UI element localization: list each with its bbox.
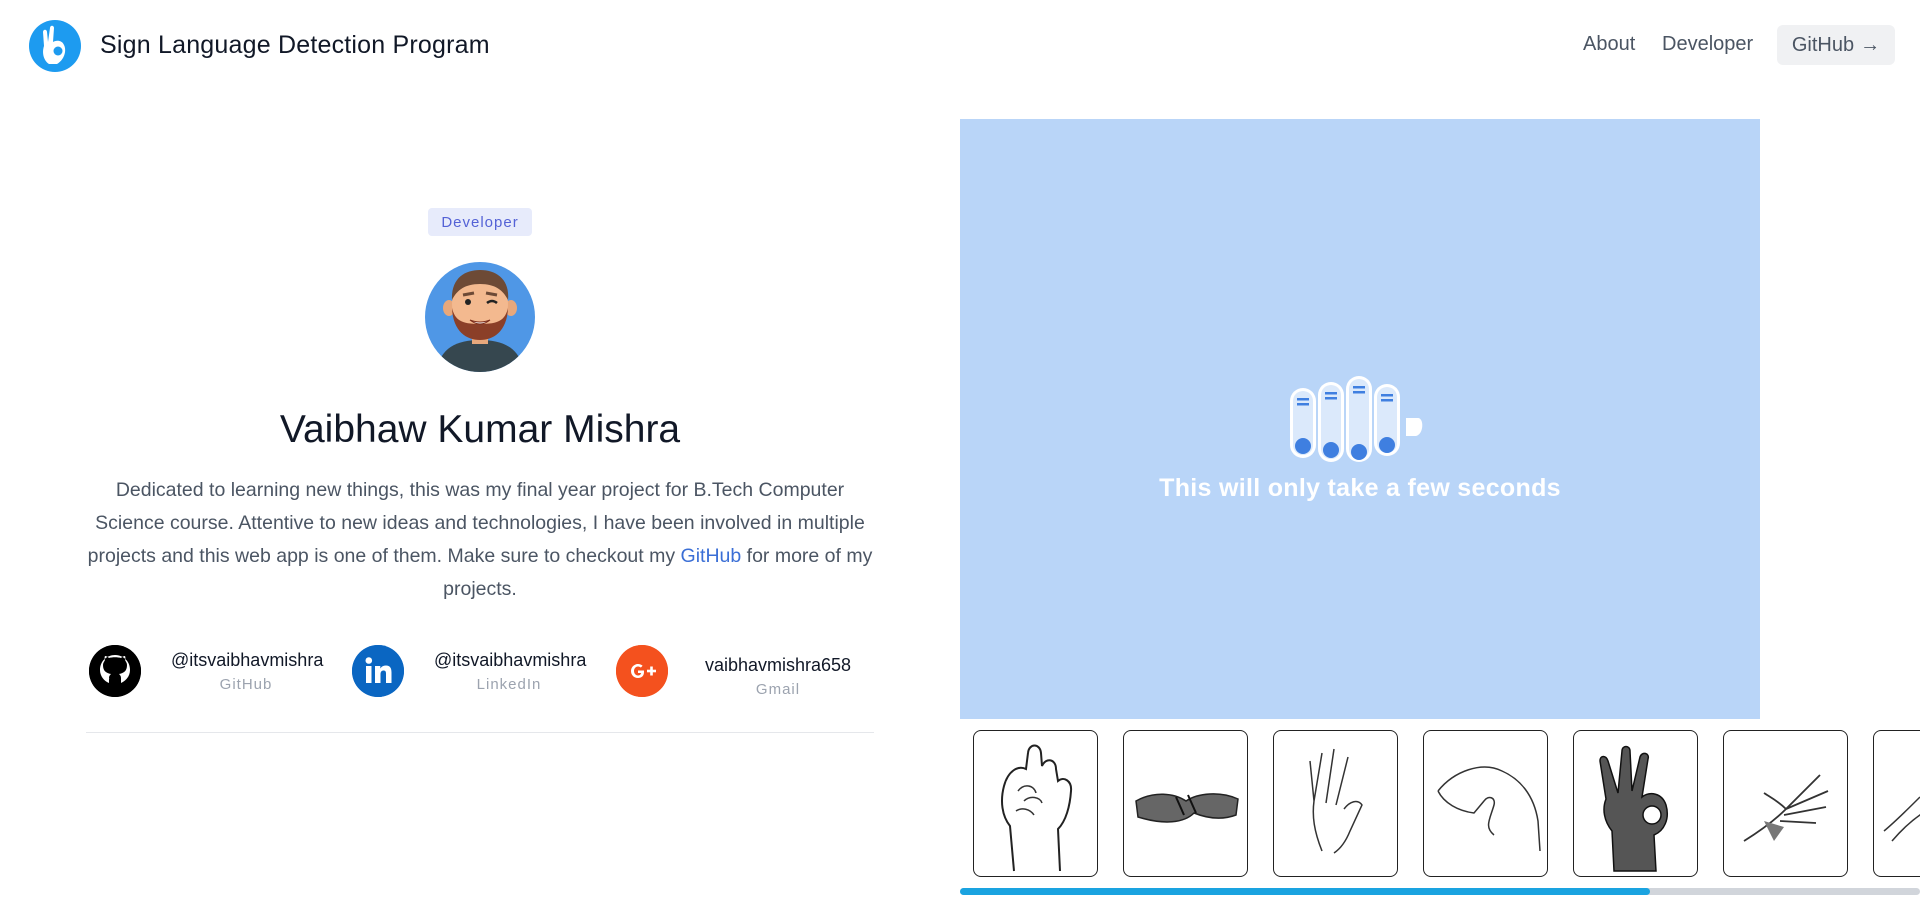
- loading-message: This will only take a few seconds: [1159, 474, 1561, 502]
- ok-hand-icon[interactable]: [29, 20, 81, 72]
- sign-ok-icon[interactable]: [1573, 730, 1698, 877]
- sign-flat-hand-icon[interactable]: [1723, 730, 1848, 877]
- developer-name: Vaibhaw Kumar Mishra: [279, 408, 681, 451]
- hand-fingers-loader-icon: [1288, 374, 1432, 464]
- app-header: Sign Language Detection Program About De…: [0, 0, 1920, 94]
- bio-github-link[interactable]: GitHub: [681, 545, 742, 567]
- developer-badge: Developer: [428, 208, 532, 236]
- arrow-right-icon: →: [1860, 33, 1881, 56]
- sign-handshake-icon[interactable]: [1123, 730, 1248, 877]
- social-github[interactable]: @itsvaibhavmishra GitHub: [89, 645, 329, 701]
- linkedin-icon[interactable]: [352, 645, 404, 697]
- nav-about-link[interactable]: About: [1583, 33, 1635, 56]
- sign-strip-scroll-thumb[interactable]: [960, 888, 1650, 895]
- github-platform-label: GitHub: [219, 676, 273, 693]
- google-plus-icon[interactable]: [616, 645, 668, 697]
- nav-github-button[interactable]: GitHub →: [1777, 25, 1895, 65]
- sign-fist-icon[interactable]: [973, 730, 1098, 877]
- sign-c-shape-icon[interactable]: [1423, 730, 1548, 877]
- sign-open-hand-icon[interactable]: [1273, 730, 1398, 877]
- nav-developer-link[interactable]: Developer: [1662, 33, 1753, 56]
- github-handle: @itsvaibhavmishra: [171, 650, 324, 670]
- webcam-panel: This will only take a few seconds: [960, 119, 1760, 719]
- section-divider: [86, 732, 874, 733]
- gmail-platform-label: Gmail: [755, 681, 801, 698]
- avatar: [425, 262, 535, 372]
- github-icon[interactable]: [89, 645, 141, 697]
- linkedin-platform-label: LinkedIn: [476, 676, 542, 693]
- gmail-handle: vaibhavmishra658: [704, 655, 852, 675]
- sign-reference-strip: [960, 729, 1920, 879]
- app-title[interactable]: Sign Language Detection Program: [100, 31, 490, 60]
- linkedin-handle: @itsvaibhavmishra: [434, 650, 587, 670]
- github-button-label: GitHub: [1791, 33, 1855, 56]
- social-gmail[interactable]: vaibhavmishra658 Gmail: [616, 645, 874, 701]
- social-linkedin[interactable]: @itsvaibhavmishra LinkedIn: [352, 645, 592, 701]
- sign-partial-icon[interactable]: [1873, 730, 1920, 877]
- developer-bio: Dedicated to learning new things, this w…: [86, 474, 874, 606]
